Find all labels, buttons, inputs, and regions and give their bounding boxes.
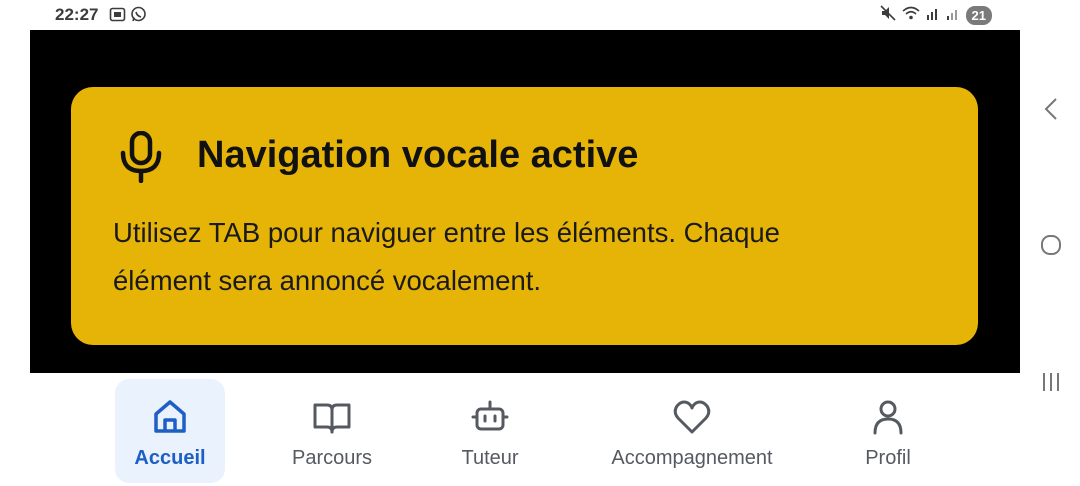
microphone-icon	[119, 130, 163, 184]
status-bar: 22:27 21	[30, 0, 1020, 30]
signal-icon	[926, 6, 940, 25]
back-icon[interactable]	[1035, 93, 1067, 125]
nav-label: Profil	[865, 447, 911, 469]
nav-item-tuteur[interactable]: Tuteur	[450, 379, 530, 483]
status-right-icons: 21	[879, 5, 992, 26]
banner-title: Navigation vocale active	[197, 134, 639, 176]
signal-weak-icon	[946, 6, 960, 25]
battery-indicator: 21	[965, 6, 992, 25]
app-content: Navigation vocale active Utilisez TAB po…	[30, 30, 1020, 373]
nav-item-parcours[interactable]: Parcours	[280, 379, 384, 483]
nav-label: Parcours	[291, 447, 373, 469]
bottom-navigation: Accueil Parcours Tuteur Accompagnement P…	[30, 373, 1020, 486]
nav-label: Tuteur	[461, 447, 519, 469]
whatsapp-icon	[130, 6, 147, 28]
heart-icon	[670, 395, 714, 439]
banner-description: Utilisez TAB pour naviguer entre les élé…	[113, 209, 933, 305]
home-icon	[148, 395, 192, 439]
voice-navigation-banner: Navigation vocale active Utilisez TAB po…	[71, 87, 978, 345]
book-icon	[310, 395, 354, 439]
nav-item-accueil[interactable]: Accueil	[115, 379, 225, 483]
screenshot-icon	[109, 6, 126, 28]
robot-icon	[468, 395, 512, 439]
recents-icon[interactable]	[1035, 366, 1067, 398]
nav-item-profil[interactable]: Profil	[853, 379, 923, 483]
system-navigation-bar	[1020, 0, 1080, 486]
banner-description-line: élément sera annoncé vocalement.	[113, 265, 542, 296]
nav-item-accompagnement[interactable]: Accompagnement	[602, 379, 782, 483]
home-circle-icon[interactable]	[1035, 229, 1067, 261]
user-icon	[866, 395, 910, 439]
status-left-icons	[109, 6, 147, 28]
nav-label: Accueil	[134, 447, 206, 469]
banner-description-line: Utilisez TAB pour naviguer entre les élé…	[113, 217, 780, 248]
nav-label: Accompagnement	[611, 447, 773, 469]
wifi-icon	[902, 5, 920, 26]
status-time: 22:27	[55, 5, 99, 24]
mute-icon	[879, 5, 896, 26]
